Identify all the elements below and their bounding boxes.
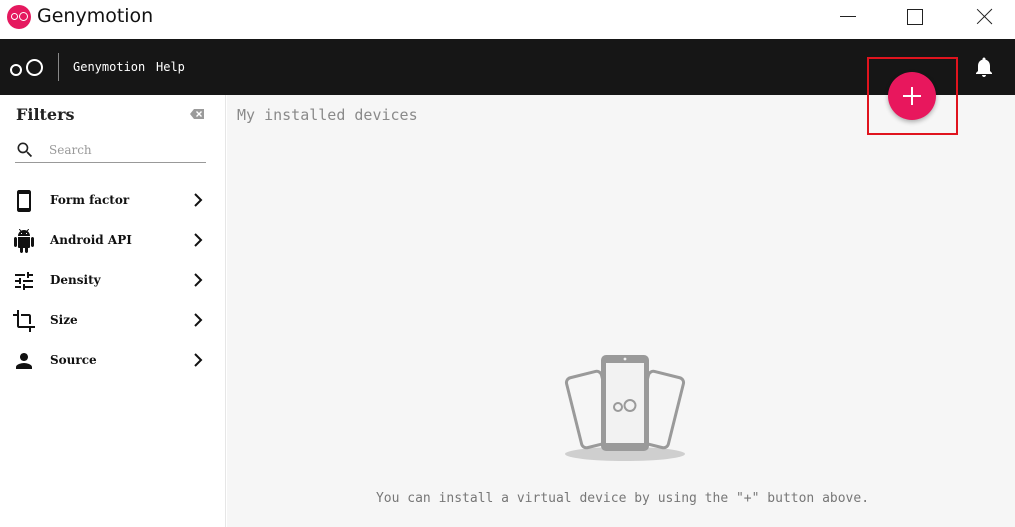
filter-form-factor[interactable]: Form factor <box>0 181 225 221</box>
filters-sidebar: Filters Form factor Android API Density <box>0 95 226 527</box>
chevron-right-icon <box>194 233 203 247</box>
search-icon <box>17 142 33 158</box>
filter-source[interactable]: Source <box>0 341 225 381</box>
empty-state-hint: You can install a virtual device by usin… <box>375 491 870 506</box>
phone-icon <box>17 190 31 212</box>
chevron-right-icon <box>194 313 203 327</box>
filters-title: Filters <box>16 105 75 124</box>
maximize-button[interactable] <box>891 0 937 34</box>
bell-icon[interactable] <box>972 55 996 79</box>
window-title: Genymotion <box>37 5 154 27</box>
devices-illustration-icon <box>564 355 686 461</box>
android-icon <box>14 229 34 253</box>
filter-label: Form factor <box>50 193 130 207</box>
filter-label: Android API <box>50 233 132 247</box>
filter-density[interactable]: Density <box>0 261 225 301</box>
add-device-button[interactable] <box>888 72 936 120</box>
filter-label: Density <box>50 273 101 287</box>
genymotion-logo-icon <box>7 5 31 29</box>
person-icon <box>16 353 32 369</box>
crop-icon <box>13 310 35 332</box>
installed-devices-panel: My installed devices You can install a v… <box>227 95 1015 527</box>
menu-genymotion[interactable]: Genymotion <box>73 60 145 74</box>
chevron-right-icon <box>194 193 203 207</box>
filter-size[interactable]: Size <box>0 301 225 341</box>
filter-label: Size <box>50 313 78 327</box>
chevron-right-icon <box>194 353 203 367</box>
header-divider <box>58 53 59 81</box>
backspace-icon[interactable] <box>190 109 204 119</box>
filter-android-api[interactable]: Android API <box>0 221 225 261</box>
tune-icon <box>15 272 33 290</box>
app-header: Genymotion Help <box>0 39 1015 95</box>
search-input[interactable] <box>49 140 204 160</box>
menu-help[interactable]: Help <box>156 60 185 74</box>
title-bar: Genymotion <box>0 0 1015 38</box>
minimize-button[interactable] <box>826 0 872 34</box>
close-button[interactable] <box>962 0 1008 34</box>
search-field <box>15 139 206 163</box>
page-title: My installed devices <box>237 106 418 124</box>
chevron-right-icon <box>194 273 203 287</box>
filter-label: Source <box>50 353 97 367</box>
